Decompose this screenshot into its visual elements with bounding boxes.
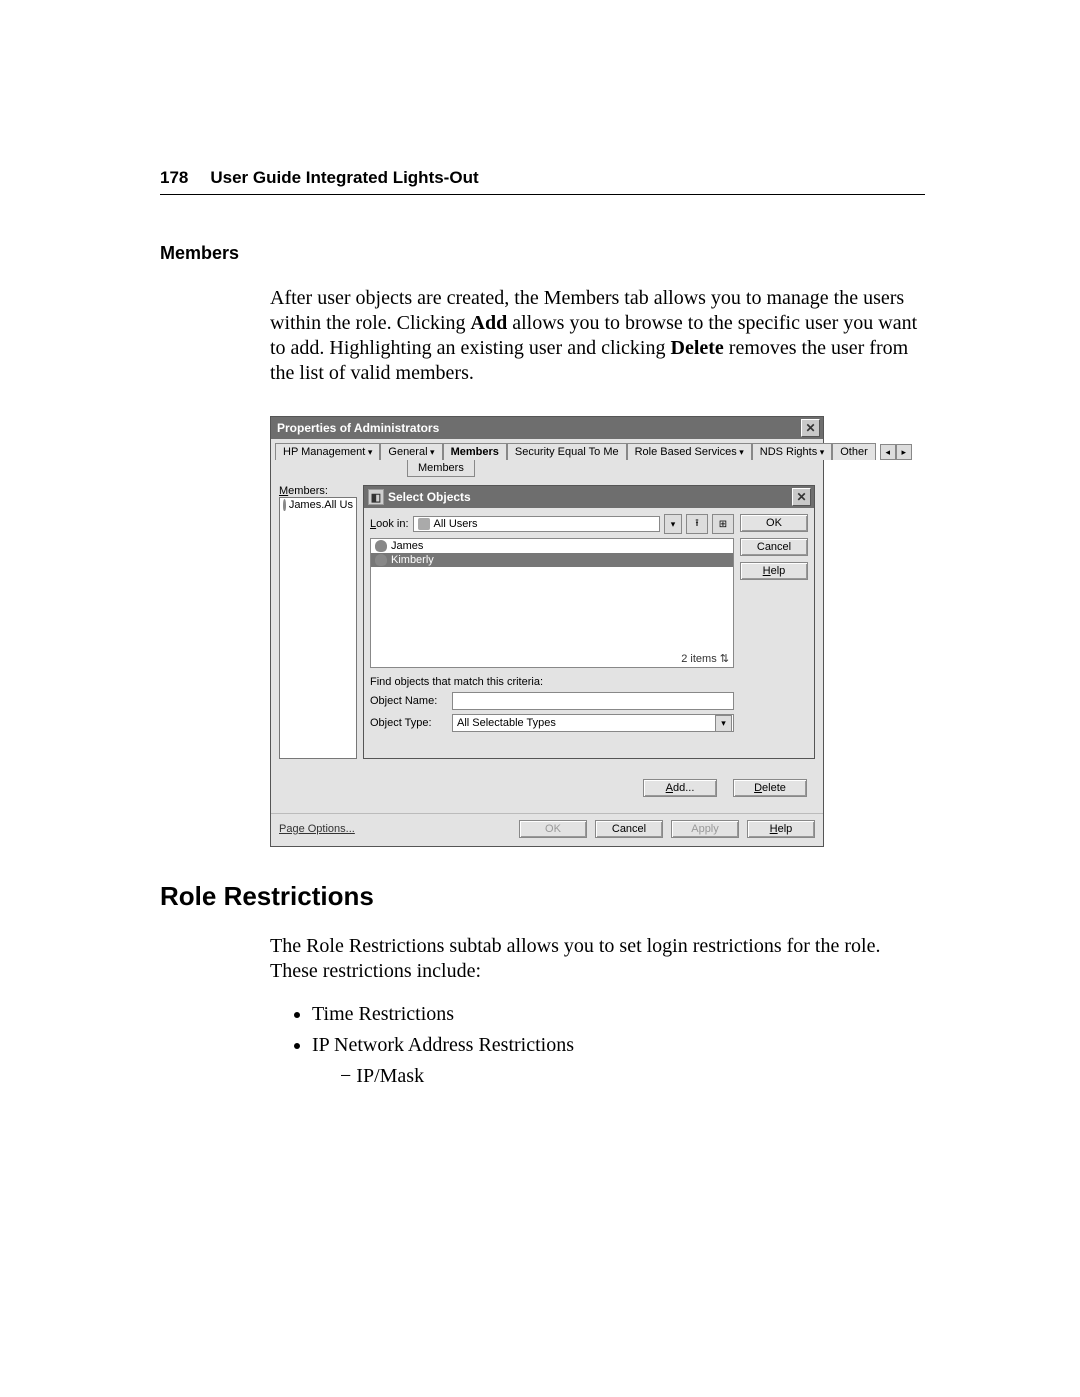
list-item[interactable]: Kimberly [371,553,733,567]
help-button[interactable]: Help [740,562,808,580]
objects-listbox[interactable]: James Kimberly 2 items ⇅ [370,538,734,668]
object-type-label: Object Type: [370,717,446,729]
dialog-footer: Page Options... OK Cancel Apply Help [271,813,823,846]
select-objects-window: ◧ Select Objects ✕ Look in: [363,485,815,759]
list-item: IP/Mask [340,1064,925,1089]
screenshot: Properties of Administrators ✕ HP Manage… [270,416,925,847]
close-icon[interactable]: ✕ [801,419,820,437]
subtab-members[interactable]: Members [407,460,475,477]
look-in-field[interactable]: All Users [413,516,660,532]
criteria-label: Find objects that match this criteria: [370,676,734,688]
tree-icon[interactable]: ⊞ [712,514,734,534]
members-paragraph: After user objects are created, the Memb… [160,286,925,386]
list-item[interactable]: James.All Us [280,498,356,512]
browse-icon: ◧ [368,489,384,505]
user-icon [375,554,387,566]
object-name-input[interactable] [452,692,734,710]
cancel-button[interactable]: Cancel [740,538,808,556]
running-header: 178 User Guide Integrated Lights-Out [160,168,925,195]
ok-button[interactable]: OK [519,820,587,838]
add-button[interactable]: Add... [643,779,717,797]
subtab-row: Members [271,460,823,477]
window-titlebar: Properties of Administrators ✕ [271,417,823,439]
ok-button[interactable]: OK [740,514,808,532]
tab-scroll-right-icon[interactable]: ▸ [896,444,912,460]
role-restrictions-paragraph: The Role Restrictions subtab allows you … [160,934,925,984]
cancel-button[interactable]: Cancel [595,820,663,838]
tab-strip: HP Management General Members Security E… [271,439,823,460]
list-item: IP Network Address Restrictions IP/Mask [312,1033,925,1089]
page-options-link[interactable]: Page Options... [279,823,355,835]
members-listbox[interactable]: James.All Us [279,497,357,759]
close-icon[interactable]: ✕ [792,488,811,506]
tab-general[interactable]: General [380,443,442,460]
section-role-restrictions-heading: Role Restrictions [160,881,925,912]
properties-window: Properties of Administrators ✕ HP Manage… [270,416,824,847]
user-icon [283,499,286,511]
select-objects-title: Select Objects [388,490,471,504]
tab-nds-rights[interactable]: NDS Rights [752,443,833,460]
help-button[interactable]: Help [747,820,815,838]
page-number: 178 [160,168,188,187]
tab-other[interactable]: Other [832,443,876,460]
up-folder-icon[interactable]: ⭱ [686,514,708,534]
object-type-select[interactable]: All Selectable Types ▾ [452,714,734,732]
list-item: Time Restrictions [312,1002,925,1027]
section-members-heading: Members [160,243,925,264]
members-label: Members: [279,485,355,497]
look-in-label: Look in: [370,518,409,530]
tab-security-equal[interactable]: Security Equal To Me [507,443,627,460]
list-item[interactable]: James [371,539,733,553]
restrictions-list: Time Restrictions IP Network Address Res… [270,1002,925,1089]
tab-role-based[interactable]: Role Based Services [627,443,752,460]
chevron-down-icon[interactable]: ▾ [715,715,732,732]
folder-icon [418,518,430,530]
item-count-label: 2 items ⇅ [681,652,729,665]
tab-hp-management[interactable]: HP Management [275,443,380,460]
user-icon [375,540,387,552]
tab-scroll-left-icon[interactable]: ◂ [880,444,896,460]
delete-button[interactable]: Delete [733,779,807,797]
apply-button[interactable]: Apply [671,820,739,838]
tab-members[interactable]: Members [443,443,507,460]
window-title: Properties of Administrators [277,421,439,435]
object-name-label: Object Name: [370,695,446,707]
header-title: User Guide Integrated Lights-Out [210,168,478,187]
look-in-dropdown-icon[interactable]: ▾ [664,514,682,534]
